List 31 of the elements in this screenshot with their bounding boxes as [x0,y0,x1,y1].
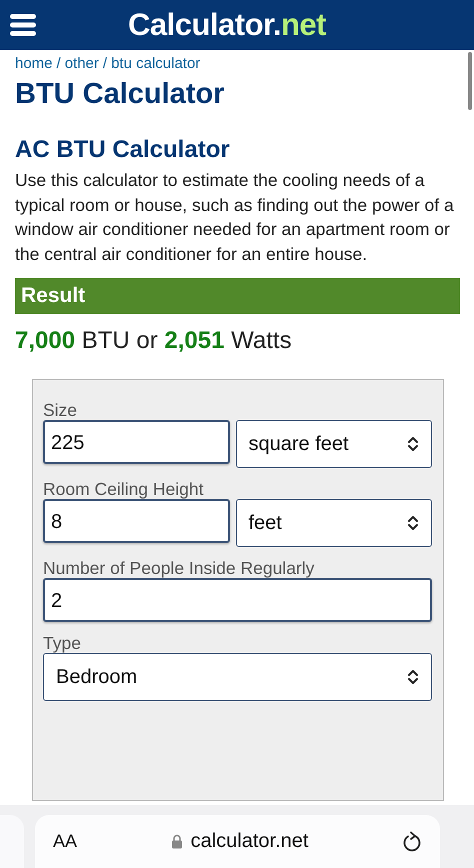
field-label: Room Ceiling Height [43,479,204,499]
menu-icon[interactable] [10,13,36,37]
chevron-icon [407,436,419,452]
chevron-icon [407,515,419,531]
page-title: BTU Calculator [15,78,226,111]
section-title: AC BTU Calculator [15,136,231,164]
field-label: Size [43,400,78,420]
breadcrumb-link[interactable]: btu calculator [111,55,200,72]
input-field[interactable]: 8 [43,499,230,543]
breadcrumb-separator: / [56,55,61,72]
breadcrumb-separator: / [102,55,108,72]
result-heading: Result [15,278,460,314]
reload-icon[interactable] [402,830,422,852]
chevron-icon [407,669,419,685]
breadcrumb-link[interactable]: home [15,55,53,72]
breadcrumb-link[interactable]: other [64,55,99,72]
site-logo[interactable]: Calculator.net [128,7,326,43]
scrollbar [468,52,472,110]
description: Use this calculator to estimate the cooling needs of a typical room or house, such as finding out the power of a window air conditioner needed for an apartment room or the central air conditioner for an entire house. [15,169,455,266]
field-label: Number of People Inside Regularly [43,558,316,578]
select-dropdown[interactable]: square feet [236,420,432,468]
lock-icon [170,834,183,849]
result-summary: 7,000 BTU or 2,051 Watts [15,327,293,355]
input-field[interactable]: 225 [43,420,230,464]
address-bar[interactable]: AA calculator.net [35,815,440,868]
text-size-button[interactable]: AA [53,831,78,852]
address-text: calculator.net [190,830,308,853]
input-field[interactable]: 2 [43,578,432,622]
select-dropdown[interactable]: Bedroom [43,653,432,701]
select-dropdown[interactable]: feet [236,499,432,547]
field-label: Type [43,633,82,653]
